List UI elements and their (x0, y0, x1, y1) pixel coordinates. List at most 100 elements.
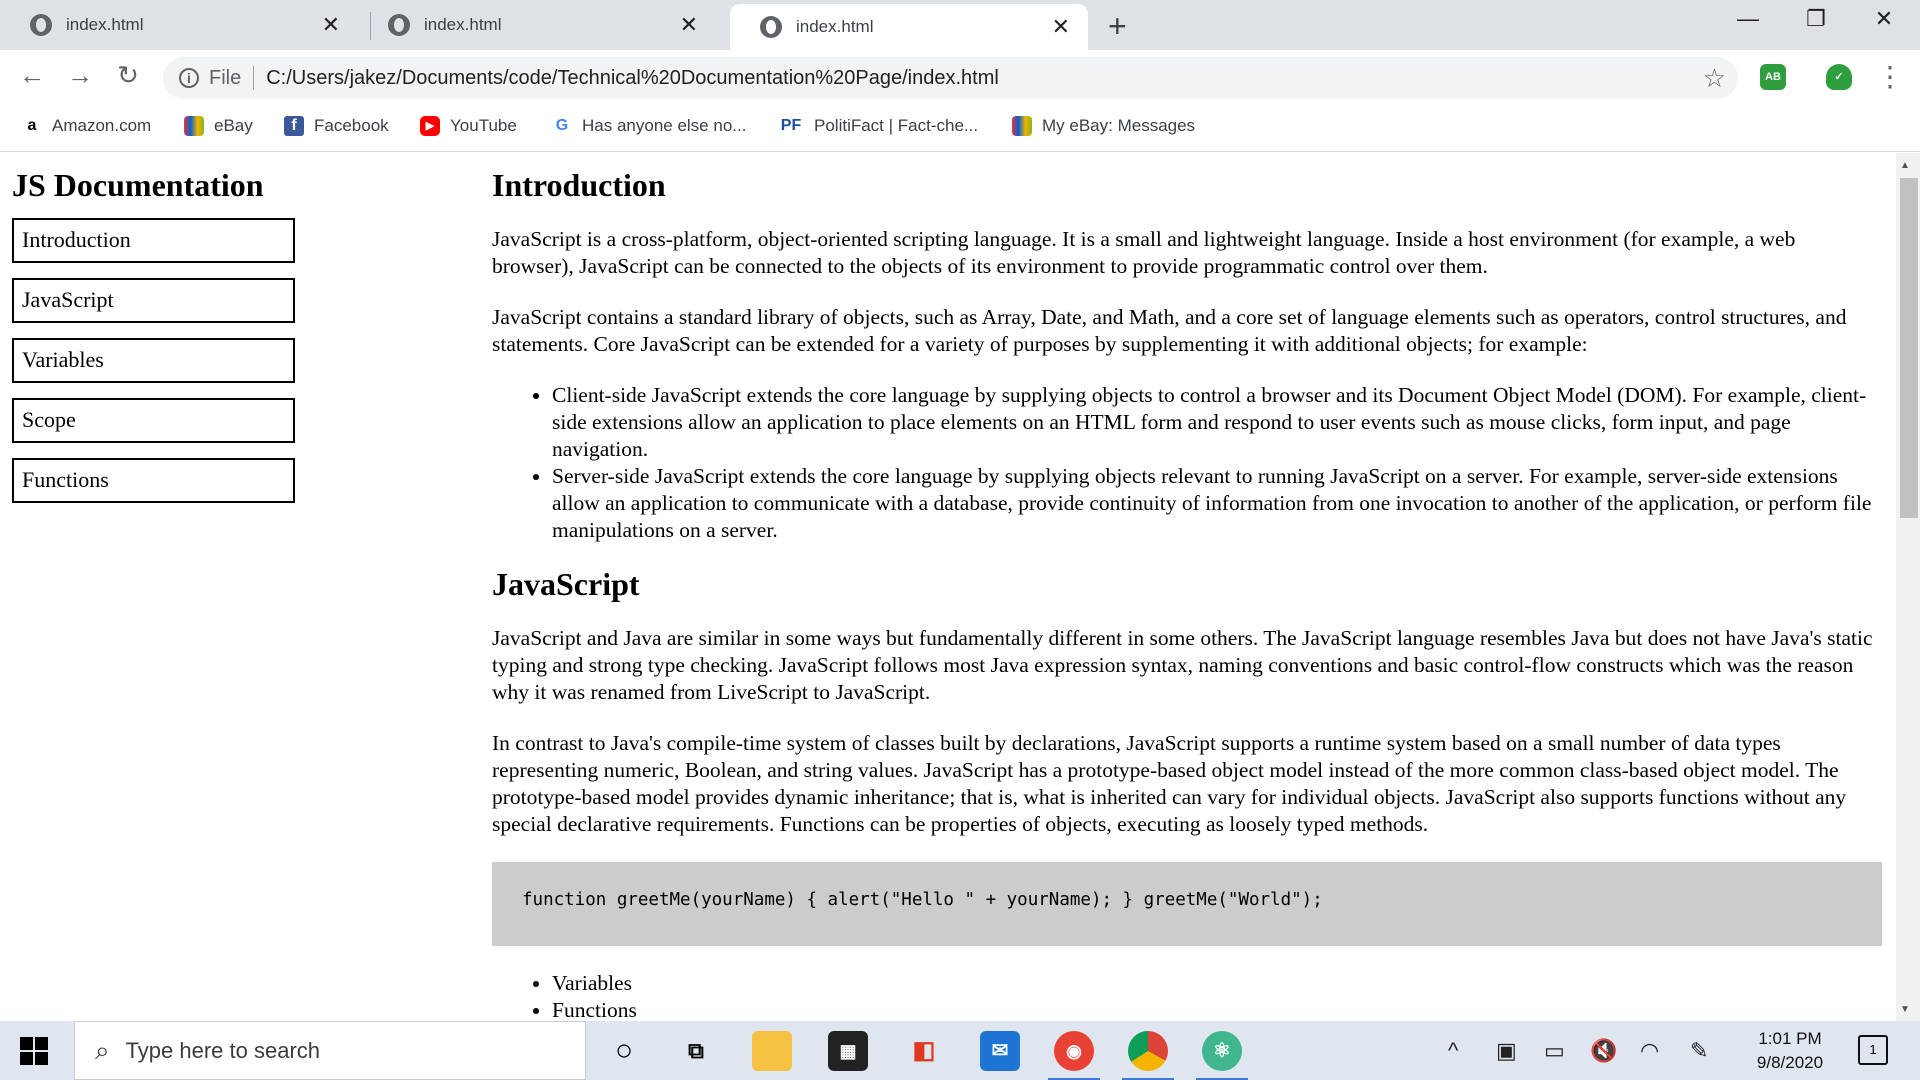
navbar: JS Documentation Introduction JavaScript… (12, 167, 296, 518)
paragraph: In contrast to Java's compile-time syste… (492, 731, 1847, 836)
bookmark-label: eBay (214, 116, 253, 135)
section-heading: Introduction (492, 167, 666, 203)
list-item: Client-side JavaScript extends the core … (552, 382, 1882, 463)
close-icon[interactable]: ✕ (1052, 14, 1070, 40)
bookmark-star-icon[interactable]: ☆ (1703, 63, 1726, 94)
file-explorer-icon[interactable] (752, 1031, 792, 1071)
forward-arrow-icon[interactable]: → (60, 60, 100, 91)
youtube-icon: ▶ (420, 116, 440, 136)
meet-now-icon[interactable]: ▣ (1496, 1038, 1517, 1064)
windows-start-icon[interactable] (20, 1037, 48, 1065)
url-text[interactable]: C:/Users/jakez/Documents/code/Technical%… (266, 67, 999, 90)
code-block: function greetMe(yourName) { alert("Hell… (492, 862, 1882, 946)
reload-icon[interactable]: ↻ (108, 60, 148, 91)
info-icon[interactable]: i (179, 68, 199, 88)
back-arrow-icon[interactable]: ← (12, 60, 52, 91)
paragraph: JavaScript is a cross-platform, object-o… (492, 227, 1796, 278)
restore-button[interactable]: ❐ (1786, 6, 1846, 32)
new-tab-button[interactable]: + (1108, 8, 1127, 45)
shield-extension-icon[interactable]: ✓ (1826, 64, 1852, 90)
browser-menu-icon[interactable]: ⋮ (1876, 60, 1904, 93)
wifi-icon[interactable]: ◠ (1640, 1038, 1659, 1064)
pen-icon[interactable]: ✎ (1690, 1038, 1708, 1064)
bookmark-youtube[interactable]: ▶ YouTube (420, 116, 517, 136)
cortana-icon[interactable]: ○ (604, 1031, 644, 1071)
browser-tab[interactable]: index.html ✕ (0, 0, 358, 50)
scrollbar-thumb[interactable] (1900, 178, 1918, 518)
politifact-icon: PF (780, 117, 802, 134)
atom-editor-icon[interactable]: ⚛ (1196, 1031, 1248, 1080)
mail-icon[interactable]: ✉ (980, 1031, 1020, 1071)
tab-strip: index.html ✕ index.html ✕ index.html ✕ +… (0, 0, 1920, 50)
bullet-list: Client-side JavaScript extends the core … (552, 382, 1882, 544)
main-doc: Introduction JavaScript is a cross-platf… (492, 167, 1882, 1021)
office-icon[interactable]: ◧ (904, 1031, 944, 1071)
section-heading: JavaScript (492, 566, 640, 602)
scheme-label: File (209, 66, 242, 89)
windows-taskbar: ⌕ Type here to search ○ ⧉ ▦ ◧ ✉ ◉ ⚛ ^ ▣ … (0, 1021, 1920, 1080)
nav-link-scope[interactable]: Scope (12, 398, 295, 443)
taskbar-search-box[interactable]: ⌕ Type here to search (74, 1021, 586, 1080)
notification-center-icon[interactable]: 1 (1858, 1035, 1888, 1065)
tab-title: index.html (796, 17, 874, 36)
bullet-list: Variables Functions (552, 970, 1882, 1021)
address-bar[interactable]: i File C:/Users/jakez/Documents/code/Tec… (163, 57, 1738, 99)
tab-title: index.html (66, 15, 144, 34)
bookmark-amazon[interactable]: a Amazon.com (22, 116, 152, 136)
clock-time: 1:01 PM (1758, 1029, 1822, 1048)
chevron-up-icon[interactable]: ^ (1448, 1038, 1458, 1064)
facebook-icon: f (284, 116, 304, 136)
section-introduction: Introduction JavaScript is a cross-platf… (492, 167, 1882, 544)
bookmark-ebay-messages[interactable]: My eBay: Messages (1012, 116, 1195, 136)
nav-link-variables[interactable]: Variables (12, 338, 295, 383)
list-item: Functions (552, 997, 1882, 1021)
page-viewport: JS Documentation Introduction JavaScript… (0, 153, 1920, 1021)
window-close-button[interactable]: ✕ (1854, 6, 1914, 32)
bookmark-label: My eBay: Messages (1042, 116, 1196, 135)
volume-muted-icon[interactable]: 🔇 (1590, 1038, 1617, 1064)
system-clock[interactable]: 1:01 PM 9/8/2020 (1740, 1027, 1840, 1075)
bookmark-label: Amazon.com (52, 116, 152, 135)
list-item: Variables (552, 970, 1882, 997)
chrome-icon[interactable] (1122, 1031, 1174, 1080)
close-icon[interactable]: ✕ (322, 12, 340, 38)
shopping-bag-icon (1012, 116, 1032, 136)
bookmarks-bar: a Amazon.com eBay f Facebook ▶ YouTube G… (0, 106, 1920, 152)
search-icon: ⌕ (95, 1034, 110, 1065)
bookmark-politifact[interactable]: PF PolitiFact | Fact-che... (778, 116, 978, 136)
browser-app-icon[interactable]: ◉ (1048, 1031, 1100, 1080)
task-view-icon[interactable]: ⧉ (676, 1031, 716, 1071)
minimize-button[interactable]: — (1718, 6, 1778, 32)
bookmark-google[interactable]: G Has anyone else no... (552, 116, 747, 136)
tab-title: index.html (424, 15, 502, 34)
paragraph: JavaScript and Java are similar in some … (492, 626, 1873, 704)
google-icon: G (555, 117, 569, 134)
sidebar-title: JS Documentation (12, 167, 264, 203)
browser-tab-active[interactable]: index.html ✕ (730, 4, 1088, 50)
bookmark-label: YouTube (450, 116, 517, 135)
clock-date: 9/8/2020 (1756, 1053, 1824, 1072)
amazon-icon: a (27, 117, 37, 134)
section-javascript: JavaScript JavaScript and Java are simil… (492, 566, 1882, 1021)
bookmark-label: Facebook (314, 116, 389, 135)
globe-icon (30, 14, 52, 36)
bookmark-ebay[interactable]: eBay (184, 116, 253, 136)
browser-toolbar: ← → ↻ i File C:/Users/jakez/Documents/co… (0, 50, 1920, 106)
bookmark-label: Has anyone else no... (582, 116, 747, 135)
close-icon[interactable]: ✕ (680, 12, 698, 38)
bookmark-facebook[interactable]: f Facebook (284, 116, 389, 136)
paragraph: JavaScript contains a standard library o… (492, 305, 1847, 356)
adblock-extension-icon[interactable]: AB (1760, 64, 1786, 90)
browser-tab[interactable]: index.html ✕ (358, 0, 716, 50)
scroll-up-arrow-icon[interactable]: ▲ (1900, 160, 1910, 171)
nav-link-introduction[interactable]: Introduction (12, 218, 295, 263)
nav-link-functions[interactable]: Functions (12, 458, 295, 503)
list-item: Server-side JavaScript extends the core … (552, 463, 1882, 544)
battery-icon[interactable]: ▭ (1544, 1038, 1565, 1064)
scroll-down-arrow-icon[interactable]: ▼ (1900, 1004, 1910, 1015)
store-icon[interactable]: ▦ (828, 1031, 868, 1071)
nav-link-javascript[interactable]: JavaScript (12, 278, 295, 323)
bookmark-label: PolitiFact | Fact-che... (814, 116, 979, 135)
globe-icon (388, 14, 410, 36)
search-placeholder: Type here to search (125, 1037, 321, 1063)
